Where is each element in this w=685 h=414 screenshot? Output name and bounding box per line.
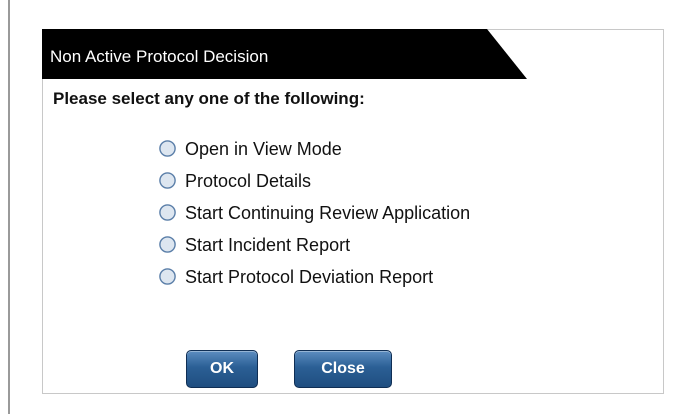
option-label: Start Incident Report: [185, 235, 351, 255]
option-start-incident-report[interactable]: Start Incident Report: [159, 235, 470, 267]
radio-button-icon[interactable]: [159, 204, 176, 221]
option-start-protocol-deviation-report[interactable]: Start Protocol Deviation Report: [159, 267, 470, 299]
option-label: Start Protocol Deviation Report: [185, 267, 434, 287]
option-open-in-view-mode[interactable]: Open in View Mode: [159, 139, 470, 171]
option-label: Open in View Mode: [185, 139, 342, 159]
radio-button-icon[interactable]: [159, 172, 176, 189]
radio-button-icon[interactable]: [159, 236, 176, 253]
option-start-continuing-review[interactable]: Start Continuing Review Application: [159, 203, 470, 235]
selection-prompt: Please select any one of the following:: [53, 89, 365, 108]
close-button[interactable]: Close: [294, 350, 392, 388]
ok-button[interactable]: OK: [186, 350, 258, 388]
window-frame: Non Active Protocol Decision Please sele…: [8, 0, 685, 414]
dialog-title-bar: Non Active Protocol Decision: [42, 29, 527, 79]
radio-button-icon[interactable]: [159, 268, 176, 285]
protocol-decision-dialog: Non Active Protocol Decision Please sele…: [42, 29, 664, 394]
option-protocol-details[interactable]: Protocol Details: [159, 171, 470, 203]
dialog-title: Non Active Protocol Decision: [50, 47, 269, 66]
option-list: Open in View Mode Protocol Details Start…: [159, 139, 470, 299]
option-label: Protocol Details: [185, 171, 312, 191]
radio-button-icon[interactable]: [159, 140, 176, 157]
option-label: Start Continuing Review Application: [185, 203, 471, 223]
